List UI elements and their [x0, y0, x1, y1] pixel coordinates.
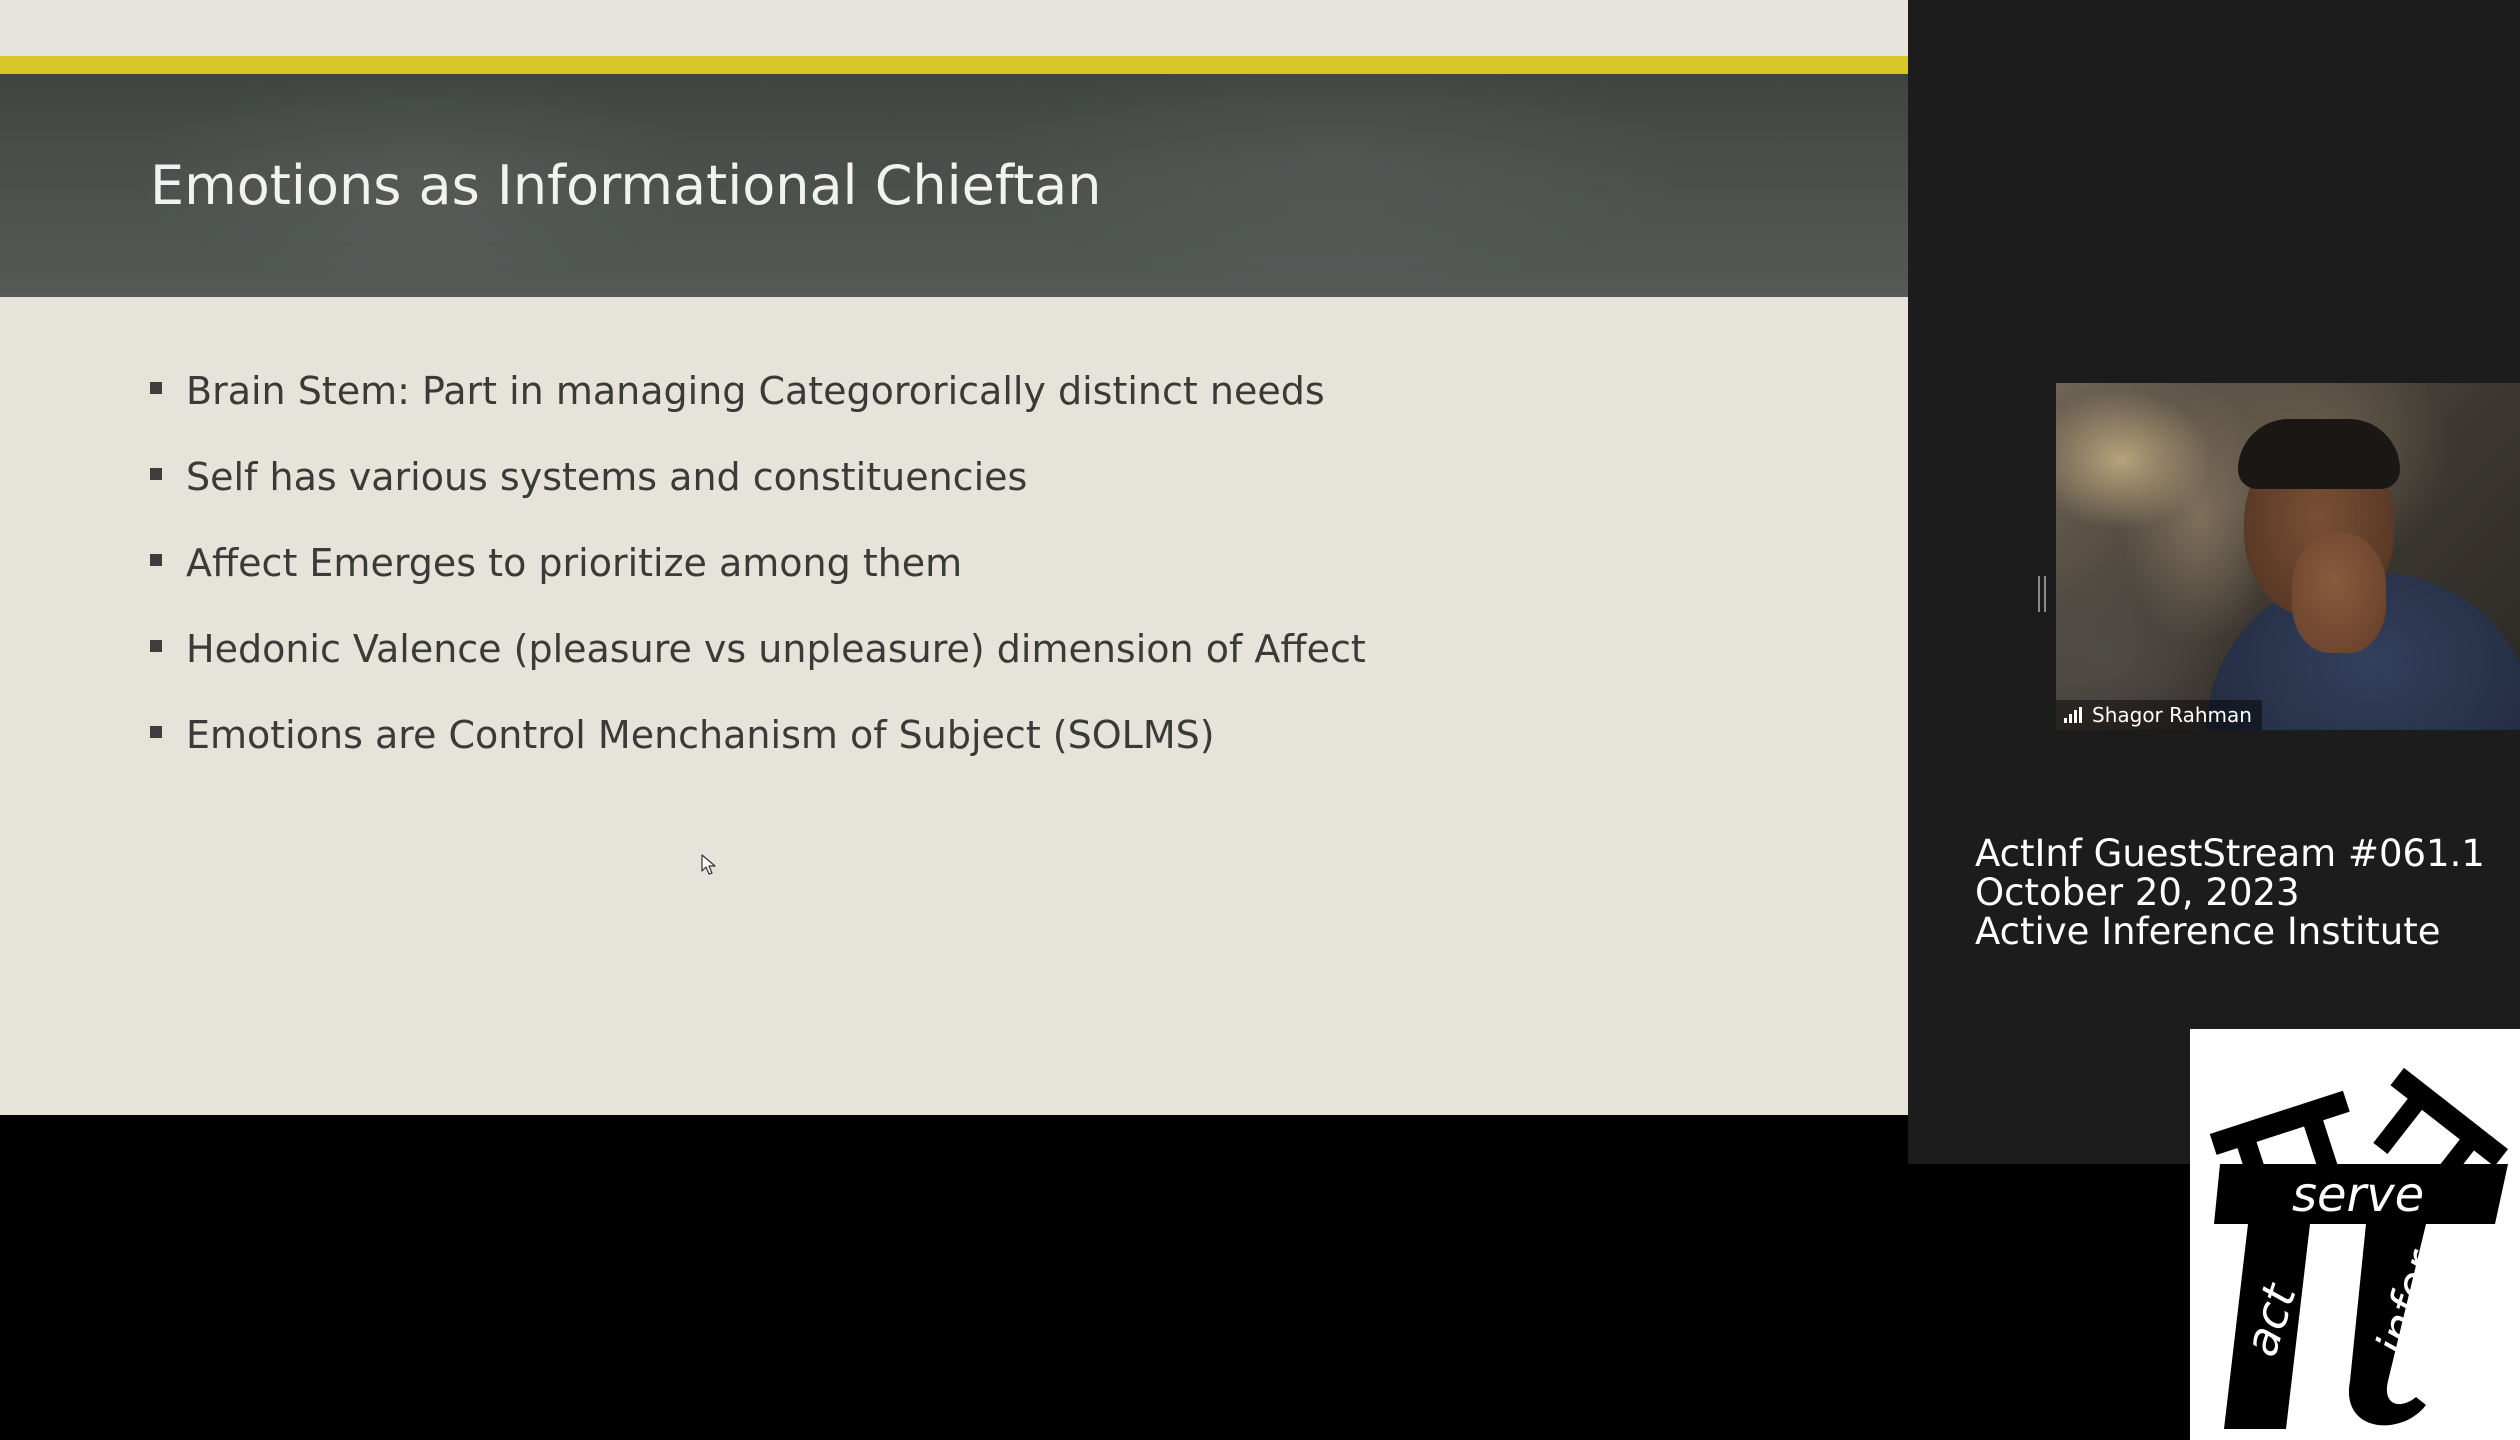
logo-word-serve: serve [2292, 1167, 2424, 1223]
stream-organization: Active Inference Institute [1975, 910, 2441, 953]
bullet-item: Hedonic Valence (pleasure vs unpleasure)… [150, 622, 1366, 708]
square-bullet-icon [150, 640, 162, 652]
bullet-text: Affect Emerges to prioritize among them [186, 541, 963, 585]
square-bullet-icon [150, 726, 162, 738]
stream-date: October 20, 2023 [1975, 871, 2300, 914]
bullet-text: Emotions are Control Menchanism of Subje… [186, 713, 1215, 757]
stream-frame: Emotions as Informational Chieftan Brain… [0, 0, 2520, 1440]
bullet-item: Emotions are Control Menchanism of Subje… [150, 708, 1366, 794]
bullet-text: Hedonic Valence (pleasure vs unpleasure)… [186, 627, 1366, 671]
participant-label: Shagor Rahman [2056, 700, 2262, 730]
bullet-item: Brain Stem: Part in managing Catego​rori… [150, 364, 1366, 450]
slide-top-band [0, 0, 1908, 56]
mouse-pointer-icon [701, 854, 716, 875]
bullet-item: Affect Emerges to prioritize among them [150, 536, 1366, 622]
participant-video-tile[interactable]: Shagor Rahman [2056, 383, 2520, 730]
participant-name: Shagor Rahman [2092, 703, 2252, 727]
square-bullet-icon [150, 382, 162, 394]
bullet-list: Brain Stem: Part in managing Catego​rori… [150, 364, 1366, 794]
resize-handle[interactable] [2038, 576, 2046, 612]
presentation-slide: Emotions as Informational Chieftan Brain… [0, 0, 1908, 1115]
stream-title: ActInf GuestStream #061.1 [1975, 832, 2485, 875]
slide-title: Emotions as Informational Chieftan [150, 154, 1102, 217]
signal-bars-icon [2064, 707, 2082, 723]
bullet-text: Brain Stem: Part in managing Catego​rori… [186, 369, 1325, 413]
participant-hand [2292, 533, 2386, 653]
participant-hair [2238, 419, 2400, 489]
slide-header-band: Emotions as Informational Chieftan [0, 74, 1908, 297]
square-bullet-icon [150, 468, 162, 480]
bullet-text: Self has various systems and constituenc… [186, 455, 1028, 499]
stream-info: ActInf GuestStream #061.1 October 20, 20… [1975, 834, 2485, 951]
logo-graphic: serve act infer [2209, 1067, 2509, 1429]
slide-accent-bar [0, 56, 1908, 74]
square-bullet-icon [150, 554, 162, 566]
active-inference-logo: serve act infer [2190, 1029, 2520, 1440]
bullet-item: Self has various systems and constituenc… [150, 450, 1366, 536]
